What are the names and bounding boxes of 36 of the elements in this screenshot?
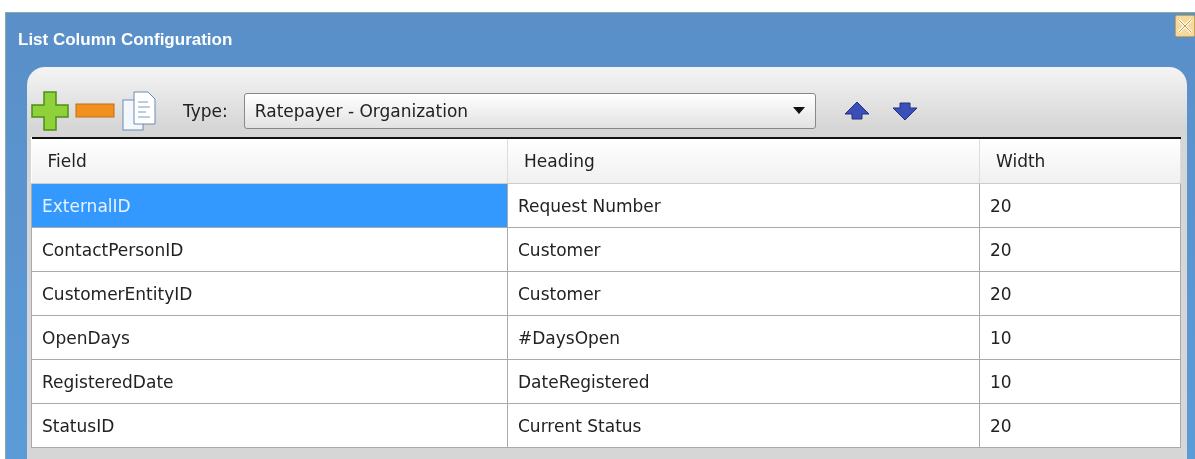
close-button[interactable] bbox=[1175, 15, 1195, 37]
table-cell[interactable]: 10 bbox=[979, 359, 1181, 404]
down-arrow-icon bbox=[891, 101, 918, 121]
move-down-button[interactable] bbox=[891, 101, 918, 121]
table-cell[interactable]: 20 bbox=[979, 271, 1181, 316]
dropdown-caret-icon bbox=[792, 107, 805, 115]
column-header[interactable]: Field bbox=[31, 138, 508, 184]
minus-icon bbox=[75, 103, 115, 119]
table-cell[interactable]: Customer bbox=[507, 227, 980, 272]
table-cell[interactable]: #DaysOpen bbox=[507, 315, 980, 360]
table-cell[interactable]: 20 bbox=[979, 183, 1181, 228]
add-button[interactable] bbox=[31, 91, 69, 131]
table-cell[interactable]: 20 bbox=[979, 227, 1181, 272]
copy-button[interactable] bbox=[121, 90, 157, 132]
remove-button[interactable] bbox=[75, 103, 115, 119]
plus-icon bbox=[31, 91, 69, 131]
documents-icon bbox=[121, 90, 157, 132]
table-cell[interactable]: Request Number bbox=[507, 183, 980, 228]
up-arrow-icon bbox=[843, 101, 870, 121]
type-dropdown[interactable]: Ratepayer - Organization bbox=[243, 93, 816, 129]
window-title: List Column Configuration bbox=[18, 30, 233, 50]
table-cell[interactable]: 10 bbox=[979, 315, 1181, 360]
table-cell[interactable]: OpenDays bbox=[31, 315, 508, 360]
table-cell[interactable]: ContactPersonID bbox=[31, 227, 508, 272]
table-cell[interactable]: RegisteredDate bbox=[31, 359, 508, 404]
table-cell[interactable]: StatusID bbox=[31, 403, 508, 448]
column-header[interactable]: Width bbox=[979, 138, 1181, 184]
move-up-button[interactable] bbox=[843, 101, 870, 121]
table-cell[interactable]: Customer bbox=[507, 271, 980, 316]
table-cell[interactable]: 20 bbox=[979, 403, 1181, 448]
close-icon bbox=[1176, 16, 1194, 36]
type-label: Type: bbox=[183, 101, 228, 121]
table-cell[interactable]: CustomerEntityID bbox=[31, 271, 508, 316]
table-cell[interactable]: DateRegistered bbox=[507, 359, 980, 404]
column-header[interactable]: Heading bbox=[507, 138, 980, 184]
table-cell[interactable]: Current Status bbox=[507, 403, 980, 448]
